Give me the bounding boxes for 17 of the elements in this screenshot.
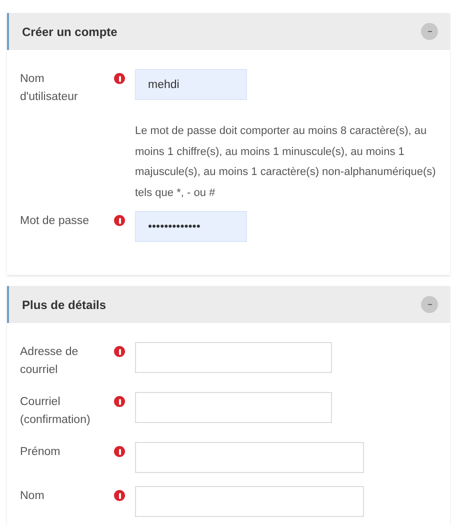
- input-field[interactable]: [135, 442, 364, 473]
- input-field[interactable]: mehdi: [135, 69, 247, 100]
- field-label: Nom: [20, 489, 46, 504]
- collapse-button[interactable]: [421, 296, 438, 313]
- section-title: Créer un compte: [22, 24, 118, 40]
- field-label: Adresse de courriel: [20, 345, 80, 378]
- collapse-button[interactable]: [421, 23, 438, 40]
- input-field[interactable]: [135, 392, 332, 423]
- input-field[interactable]: [135, 342, 332, 373]
- input-field[interactable]: •••••••••••••: [135, 211, 247, 242]
- section-title: Plus de détails: [22, 296, 106, 314]
- input-field[interactable]: [135, 486, 364, 517]
- field-label: Mot de passe: [20, 214, 90, 229]
- field-label: Prénom: [20, 445, 62, 460]
- password-rules-text: Le mot de passe doit comporter au moins 8 caractère(s), au moins 1 chiffre(s), au moins 1 minuscule(s), au moins 1 majuscule(s), au moins 1 caractère(s) non-alphanumérique(s) tels que *, - ou #: [135, 124, 437, 200]
- field-label: Courriel (confirmation): [20, 395, 90, 428]
- field-label: Nom d'utilisateur: [20, 72, 79, 105]
